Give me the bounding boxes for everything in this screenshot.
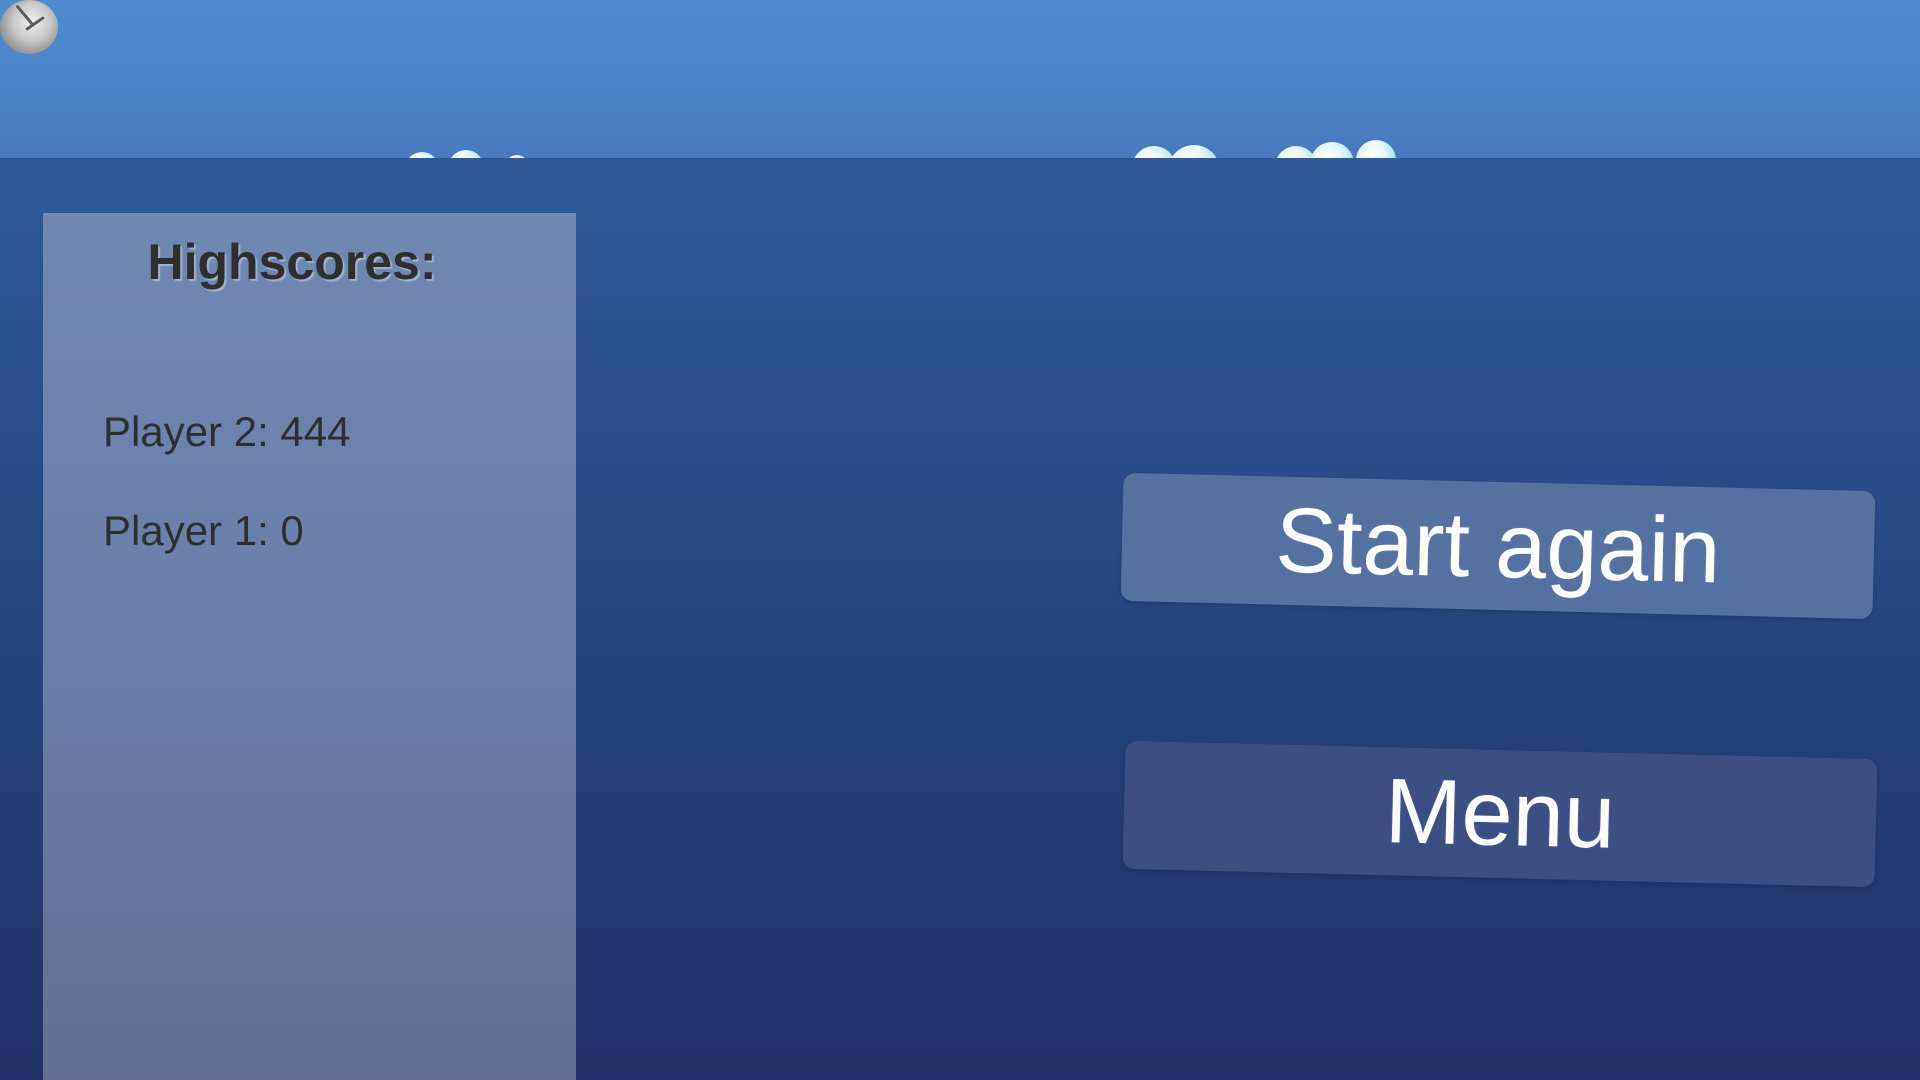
game-scene: Highscores: Player 2: 444 Player 1: 0 St… [0,0,1920,1080]
rock-ball [0,0,58,54]
highscores-title: Highscores: [147,234,437,290]
highscore-entry: Player 1: 0 [103,507,304,554]
menu-label: Menu [1383,759,1617,868]
highscores-panel: Highscores: Player 2: 444 Player 1: 0 [43,213,576,1080]
menu-button[interactable]: Menu [1122,740,1878,888]
highscore-entry: Player 2: 444 [103,408,351,455]
sky-background [0,0,1920,160]
start-again-button[interactable]: Start again [1120,472,1876,620]
start-again-label: Start again [1274,489,1722,602]
